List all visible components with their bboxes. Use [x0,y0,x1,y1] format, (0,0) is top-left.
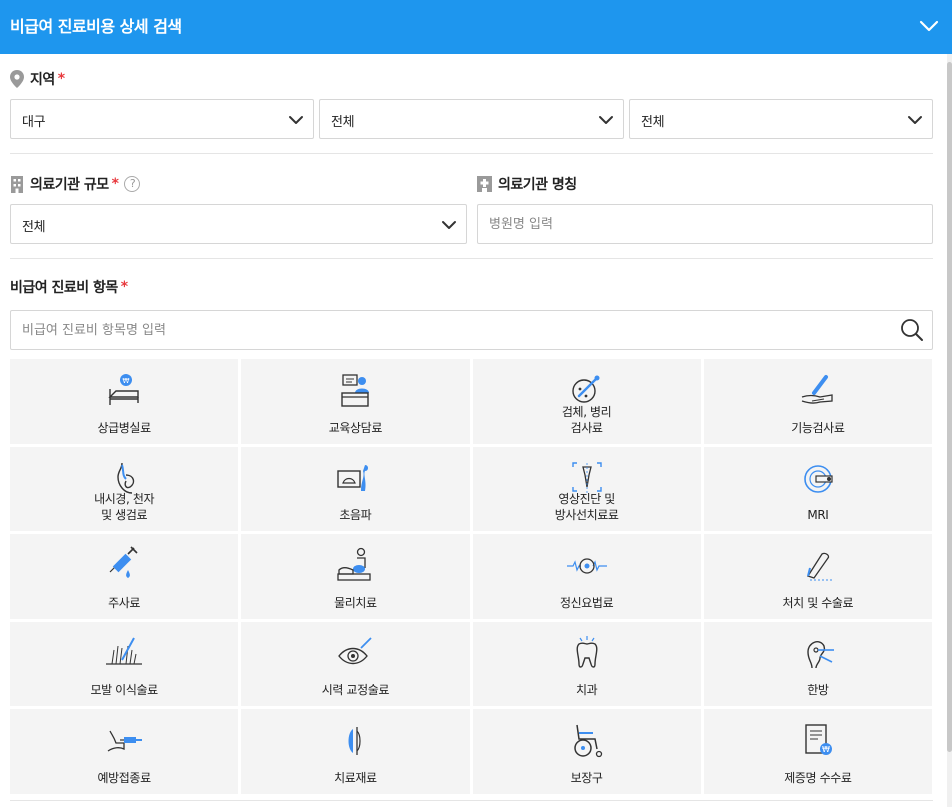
category-tile[interactable]: 기능검사료 [703,359,932,444]
category-tile[interactable]: MRI [703,446,932,532]
category-tile[interactable]: ₩ 제증명 수수료 [703,709,932,794]
region-label: 지역 * [10,69,65,89]
select-value: 대구 [22,115,46,130]
chevron-down-icon [599,116,613,124]
category-label: 처치 및 수술료 [782,595,854,610]
psychotherapy-icon [566,558,607,574]
category-tile[interactable]: ₩ 상급병실료 [10,359,239,444]
select-value: 전체 [331,115,355,130]
vaccination-icon [107,731,143,752]
category-label: 치료재료 [334,770,377,785]
help-icon[interactable]: ? [124,176,141,192]
select-value: 전체 [22,220,46,235]
category-tile[interactable]: 처치 및 수술료 [703,534,932,619]
category-tile[interactable]: 보장구 [472,709,701,794]
region-district-select[interactable]: 전체 [319,99,624,139]
category-tile[interactable]: 예방접종료 [10,709,239,794]
eye-correction-icon [338,637,373,664]
chevron-down-icon [908,116,922,124]
category-tile[interactable]: 물리치료 [241,534,470,619]
category-label: 기능검사료 [791,420,845,435]
acupuncture-icon [807,640,834,668]
category-tile[interactable]: 정신요법료 [472,534,701,619]
surgery-icon [806,553,834,581]
category-label: 시력 교정술료 [321,683,390,698]
scale-label-text: 의료기관 규모 [30,177,109,193]
wheelchair-icon [573,725,602,758]
category-tile[interactable]: 교육상담료 [241,359,470,444]
category-tile[interactable]: 검체, 병리 검사료 [472,359,701,444]
scrollbar-thumb[interactable] [947,62,952,752]
scale-label: 의료기관 규모 * ? [10,174,141,194]
location-pin-icon [10,70,24,88]
item-search-input[interactable] [10,310,933,350]
divider [10,258,933,259]
certificate-icon: ₩ [805,724,832,756]
items-label: 비급여 진료비 항목 * [10,277,128,297]
category-label: 교육상담료 [328,420,383,435]
treatment-material-icon [348,727,361,756]
category-label: 물리치료 [334,595,377,610]
category-tile[interactable]: 치료재료 [241,709,470,794]
category-tile[interactable]: 초음파 [241,446,470,532]
category-label: 치과 [575,683,598,698]
name-label-text: 의료기관 명칭 [498,177,577,193]
category-label: 내시경, 천자 및 생검료 [94,492,155,523]
syringe-icon [109,546,138,579]
building-icon [11,175,23,193]
region-city-select[interactable]: 대구 [10,99,314,139]
category-label: 주사료 [108,595,141,610]
scale-select[interactable]: 전체 [10,204,467,244]
hospital-name-input[interactable] [477,204,933,244]
physical-therapy-icon [337,548,372,581]
category-tile[interactable]: 주사료 [10,534,239,619]
required-mark: * [57,71,65,87]
chevron-down-icon [442,221,456,229]
category-label: 초음파 [339,508,372,523]
category-label: 영상진단 및 방사선치료료 [554,492,619,523]
svg-text:₩: ₩ [822,745,830,754]
chevron-down-icon [289,116,303,124]
required-mark: * [120,279,128,295]
category-tile[interactable]: 영상진단 및 방사선치료료 [472,446,701,532]
required-mark: * [111,176,119,192]
chevron-down-icon[interactable] [916,13,942,39]
mri-icon [804,464,833,493]
function-test-icon [801,375,833,404]
region-dong-select[interactable]: 전체 [629,99,933,139]
items-label-text: 비급여 진료비 항목 [10,280,118,296]
divider [10,800,933,801]
tooth-icon [576,635,598,668]
category-label: MRI [807,508,829,523]
search-icon[interactable] [899,317,925,343]
ultrasound-icon [337,464,369,491]
region-label-text: 지역 [30,72,55,88]
category-label: 보장구 [570,770,603,785]
svg-text:₩: ₩ [123,377,130,385]
divider [10,153,933,154]
name-label: 의료기관 명칭 [477,174,577,194]
page-title: 비급여 진료비용 상세 검색 [10,17,182,36]
select-value: 전체 [641,115,665,130]
hospital-bed-icon: ₩ [108,374,139,405]
category-tile[interactable]: 한방 [703,621,932,707]
category-label: 상급병실료 [97,420,152,435]
scrollbar[interactable] [947,54,952,807]
category-label: 제증명 수수료 [784,770,852,785]
category-tile[interactable]: 치과 [472,621,701,707]
category-tile[interactable]: 내시경, 천자 및 생검료 [10,446,239,532]
category-label: 정신요법료 [560,595,614,610]
category-tile[interactable]: 모발 이식술료 [10,621,239,707]
hair-transplant-icon [106,637,143,665]
header-bar: 비급여 진료비용 상세 검색 [0,0,952,54]
category-grid: ₩ 상급병실료 교육상담료 검체, 병리 검사료 기능검사료 내시경, 천자 및… [10,359,932,794]
counseling-icon [341,374,370,407]
hospital-icon [477,176,492,192]
category-label: 예방접종료 [97,770,152,785]
category-tile[interactable]: 시력 교정술료 [241,621,470,707]
category-label: 한방 [807,683,829,698]
category-label: 검체, 병리 검사료 [561,404,612,435]
category-label: 모발 이식술료 [90,683,158,698]
